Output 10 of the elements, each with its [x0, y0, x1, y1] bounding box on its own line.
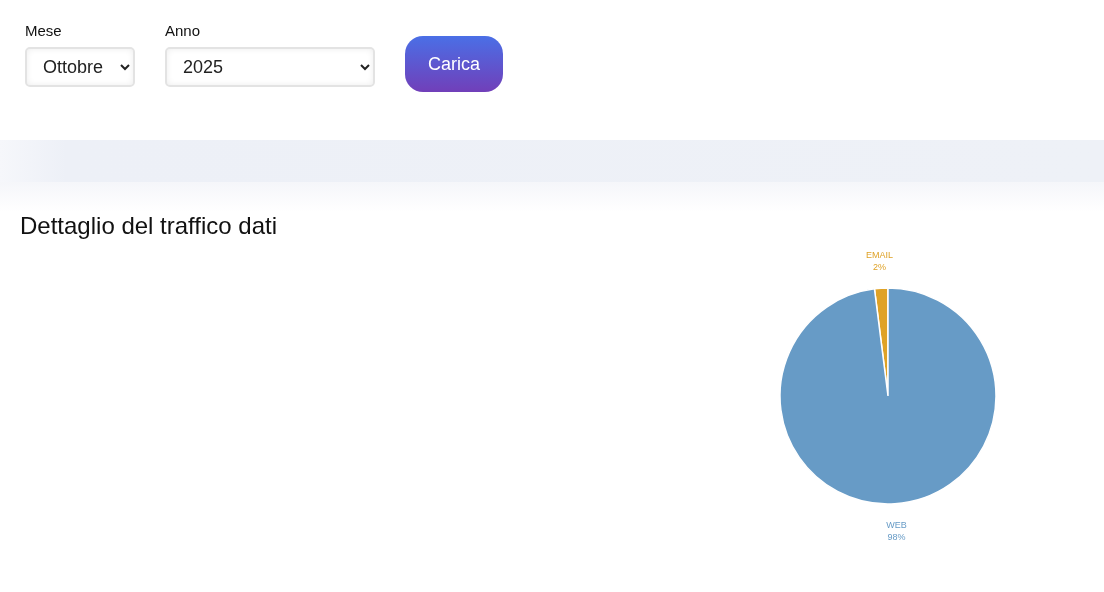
slice-label: WEB	[886, 519, 907, 530]
slice-label: EMAIL	[866, 250, 894, 261]
field-label: Mese	[25, 22, 63, 39]
dropdown-select[interactable]: 2025	[165, 47, 375, 87]
section-title: Dettaglio del traffico dati	[19, 212, 279, 240]
field-label: Anno	[165, 22, 202, 39]
slice-value: 2%	[873, 262, 887, 273]
slice-value: 98%	[887, 531, 906, 542]
load-button[interactable]: Carica	[405, 36, 503, 92]
dropdown-select[interactable]: Ottobre	[25, 47, 135, 87]
